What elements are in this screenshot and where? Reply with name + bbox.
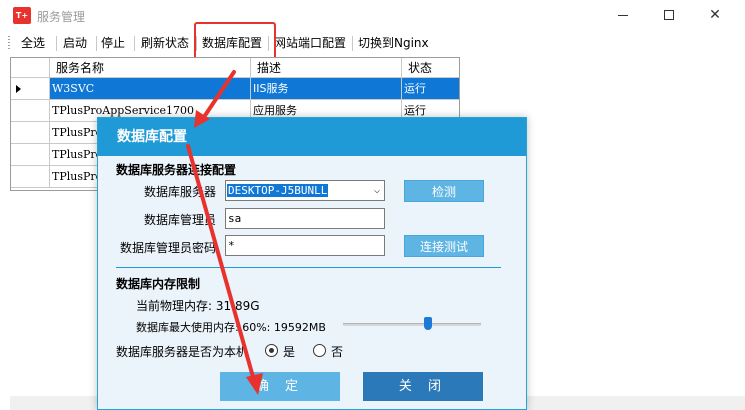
toolbar: 全选 启动 停止 刷新状态 数据库配置 网站端口配置 切换到Nginx [0,31,745,56]
table-cell-status[interactable]: 运行 [402,78,459,100]
maximize-icon [664,10,674,20]
window-title: 服务管理 [37,10,86,24]
memory-slider-thumb[interactable] [424,317,432,330]
memory-slider-track[interactable] [343,323,481,326]
database-config-dialog: 数据库配置 数据库服务器连接配置 数据库服务器 DESKTOP-J5BUNLL … [97,117,527,410]
title-bar: T+ 服务管理 ✕ [0,0,745,31]
column-header-description[interactable]: 描述 [251,58,402,78]
password-label: 数据库管理员密码 [119,241,216,255]
radio-yes-label[interactable]: 是 [283,343,295,360]
toolbar-separator [96,36,97,51]
table-cell-description[interactable]: IIS服务 [251,78,402,100]
max-memory-text: 数据库最大使用内存: 60%: 19592MB [136,321,326,334]
select-all-button[interactable]: 全选 [21,35,45,52]
admin-input[interactable]: sa [225,208,385,229]
admin-label: 数据库管理员 [143,213,216,227]
row-header[interactable] [11,166,50,188]
connection-test-button[interactable]: 连接测试 [404,235,484,257]
row-header[interactable] [11,144,50,166]
minimize-icon [618,14,628,16]
toolbar-grip-icon[interactable] [8,36,10,51]
annotation-highlight-box [194,22,276,60]
close-icon: ✕ [709,7,721,23]
local-server-question: 数据库服务器是否为本机 [116,345,249,359]
switch-nginx-button[interactable]: 切换到Nginx [358,35,429,52]
section-memory-title: 数据库内存限制 [116,277,201,291]
row-header[interactable] [11,100,50,122]
ok-button[interactable]: 确 定 [220,372,340,401]
section-connection-title: 数据库服务器连接配置 [116,163,237,177]
site-port-config-button[interactable]: 网站端口配置 [274,35,346,52]
toolbar-separator [352,36,353,51]
radio-no[interactable] [313,344,326,357]
detect-button[interactable]: 检测 [404,180,484,202]
server-combobox[interactable]: DESKTOP-J5BUNLL ⌵ [225,180,385,201]
stop-button[interactable]: 停止 [101,35,125,52]
refresh-status-button[interactable]: 刷新状态 [141,35,189,52]
section-divider [116,267,501,268]
start-button[interactable]: 启动 [63,35,87,52]
radio-yes[interactable] [265,344,278,357]
radio-no-label[interactable]: 否 [331,343,343,360]
radio-selected-dot [269,348,274,353]
password-input[interactable]: * [225,235,385,256]
toolbar-separator [134,36,135,51]
current-row-icon [16,85,21,93]
app-logo-icon: T+ [13,7,31,24]
maximize-button[interactable] [646,0,692,31]
row-header[interactable] [11,122,50,144]
physical-memory-text: 当前物理内存: 31.89G [136,299,260,313]
column-header-status[interactable]: 状态 [402,58,459,78]
table-cell-name[interactable]: W3SVC [50,78,251,100]
row-header-corner [11,58,50,78]
close-button[interactable]: ✕ [692,0,738,31]
chevron-down-icon[interactable]: ⌵ [374,181,380,200]
server-label: 数据库服务器 [143,185,216,199]
dialog-title: 数据库配置 [98,118,526,156]
minimize-button[interactable] [600,0,646,31]
row-header[interactable] [11,78,50,100]
column-header-name[interactable]: 服务名称 [50,58,251,78]
close-dialog-button[interactable]: 关 闭 [363,372,483,401]
toolbar-separator [56,36,57,51]
server-value: DESKTOP-J5BUNLL [227,184,329,197]
